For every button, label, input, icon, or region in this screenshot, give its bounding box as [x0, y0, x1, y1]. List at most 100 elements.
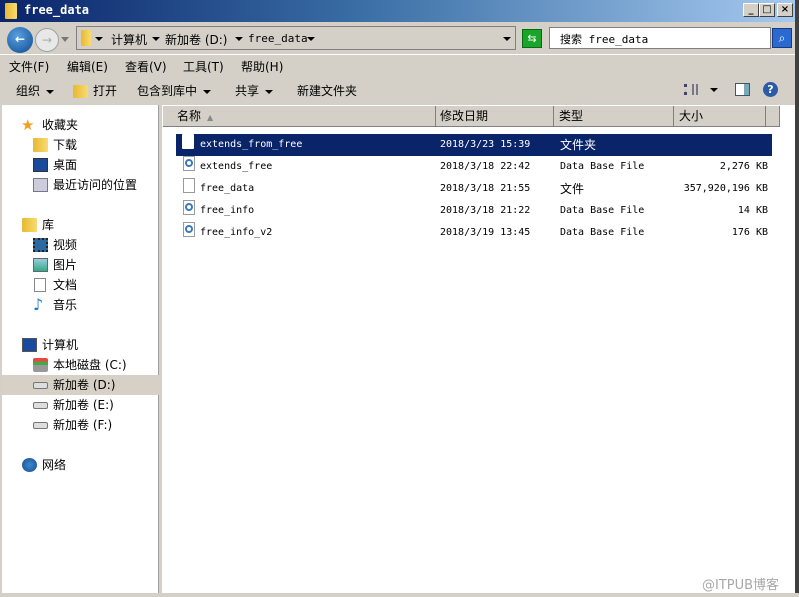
- downloads-icon: [33, 138, 48, 152]
- sidebar-item-drive-f[interactable]: 新加卷 (F:): [2, 415, 159, 435]
- file-row[interactable]: extends_from_free 2018/3/23 15:39 文件夹: [176, 134, 772, 156]
- column-header-date[interactable]: 修改日期: [436, 106, 554, 127]
- folder-icon: [5, 3, 17, 19]
- file-row[interactable]: free_info_v2 2018/3/19 13:45 Data Base Fil…: [176, 222, 772, 244]
- forward-button[interactable]: →: [35, 28, 59, 52]
- recent-places-icon: [33, 178, 48, 192]
- sidebar-item-desktop[interactable]: 桌面: [2, 155, 159, 175]
- database-file-icon: [183, 222, 195, 237]
- network-icon: [22, 458, 37, 472]
- file-row[interactable]: extends_free 2018/3/18 22:42 Data Base Fil…: [176, 156, 772, 178]
- file-type: Data Base File: [560, 227, 645, 238]
- file-date: 2018/3/18 21:22: [440, 205, 531, 216]
- drive-icon: [33, 402, 48, 409]
- file-type: Data Base File: [560, 161, 645, 172]
- address-bar[interactable]: 计算机 新加卷 (D:) free_data: [76, 26, 516, 50]
- open-folder-icon: [73, 85, 88, 98]
- computer-icon: [22, 338, 37, 352]
- file-date: 2018/3/19 13:45: [440, 227, 531, 238]
- preview-pane-icon[interactable]: [735, 83, 750, 96]
- file-type: 文件夹: [560, 138, 597, 152]
- maximize-button[interactable]: □: [759, 3, 775, 17]
- file-row[interactable]: free_info 2018/3/18 21:22 Data Base File 14…: [176, 200, 772, 222]
- help-icon[interactable]: ?: [763, 82, 778, 97]
- file-date: 2018/3/18 21:55: [440, 183, 531, 194]
- back-button[interactable]: ←: [7, 27, 33, 53]
- window-border: [795, 0, 799, 597]
- sidebar-item-documents[interactable]: 文档: [2, 275, 159, 295]
- menu-edit[interactable]: 编辑(E): [67, 58, 108, 75]
- file-size: 14 KB: [737, 205, 768, 216]
- file-icon: [183, 178, 195, 193]
- sidebar-item-pictures[interactable]: 图片: [2, 255, 159, 275]
- file-type: 文件: [560, 182, 585, 196]
- sidebar-favorites[interactable]: ★ 收藏夹: [2, 115, 159, 135]
- column-header-size[interactable]: 大小: [674, 106, 766, 127]
- file-size: 2,276 KB: [719, 161, 768, 172]
- drive-icon: [33, 382, 48, 389]
- database-file-icon: [183, 200, 195, 215]
- refresh-icon[interactable]: ⇆: [522, 29, 542, 48]
- window-border: [0, 593, 799, 597]
- system-drive-icon: [33, 358, 48, 372]
- music-icon: ♪: [33, 295, 44, 314]
- menu-view[interactable]: 查看(V): [125, 58, 167, 75]
- sidebar-item-videos[interactable]: 视频: [2, 235, 159, 255]
- sidebar-item-drive-e[interactable]: 新加卷 (E:): [2, 395, 159, 415]
- file-name: extends_free: [200, 161, 273, 172]
- breadcrumb-drive[interactable]: 新加卷 (D:): [165, 31, 227, 48]
- file-name: extends_from_free: [200, 139, 303, 150]
- sidebar-item-drive-d[interactable]: 新加卷 (D:): [2, 375, 159, 395]
- breadcrumb-computer[interactable]: 计算机: [111, 31, 147, 48]
- file-name: free_data: [200, 183, 255, 194]
- recent-pages-dropdown[interactable]: [61, 37, 69, 42]
- search-input[interactable]: 搜索 free_data: [549, 27, 771, 49]
- folder-icon: [182, 134, 194, 149]
- pictures-icon: [33, 258, 48, 272]
- sidebar-item-drive-c[interactable]: 本地磁盘 (C:): [2, 355, 159, 375]
- search-icon[interactable]: ⌕: [772, 28, 792, 48]
- view-dropdown[interactable]: [710, 88, 718, 92]
- sidebar-computer[interactable]: 计算机: [2, 335, 159, 355]
- desktop-icon: [33, 158, 48, 172]
- sidebar-item-music[interactable]: ♪ 音乐: [2, 295, 159, 315]
- view-options-icon[interactable]: [684, 84, 698, 95]
- title-bar: free_data _ □ ×: [0, 0, 799, 22]
- video-icon: [33, 238, 48, 252]
- minimize-button[interactable]: _: [743, 3, 759, 17]
- menu-file[interactable]: 文件(F): [9, 58, 49, 75]
- file-name: free_info_v2: [200, 227, 273, 238]
- open-button[interactable]: 打开: [73, 82, 117, 99]
- file-size: 357,920,196 KB: [683, 183, 768, 194]
- close-button[interactable]: ×: [777, 3, 793, 17]
- column-header-name[interactable]: 名称 ▲: [163, 106, 436, 127]
- navigation-pane: ★ 收藏夹 下载 桌面 最近访问的位置 库 视频 图片 文档 ♪ 音乐 计算机 本地…: [2, 105, 159, 593]
- sidebar-libraries[interactable]: 库: [2, 215, 159, 235]
- watermark: @ITPUB博客: [702, 578, 780, 593]
- window-title: free_data: [24, 3, 90, 17]
- star-icon: ★: [21, 116, 35, 134]
- new-folder-button[interactable]: 新建文件夹: [297, 82, 357, 99]
- file-date: 2018/3/18 22:42: [440, 161, 531, 172]
- file-row[interactable]: free_data 2018/3/18 21:55 文件 357,920,196 KB: [176, 178, 772, 200]
- menu-tools[interactable]: 工具(T): [183, 58, 224, 75]
- file-type: Data Base File: [560, 205, 645, 216]
- address-dropdown[interactable]: [503, 37, 511, 41]
- file-size: 176 KB: [731, 227, 768, 238]
- include-in-library-button[interactable]: 包含到库中: [137, 82, 212, 99]
- share-button[interactable]: 共享: [235, 82, 274, 99]
- drive-icon: [33, 422, 48, 429]
- sidebar-item-recent[interactable]: 最近访问的位置: [2, 175, 159, 195]
- column-header-type[interactable]: 类型: [554, 106, 674, 127]
- documents-icon: [34, 278, 46, 292]
- organize-button[interactable]: 组织: [16, 82, 55, 99]
- menu-help[interactable]: 帮助(H): [241, 58, 283, 75]
- sidebar-network[interactable]: 网络: [2, 455, 159, 475]
- breadcrumb-folder[interactable]: free_data: [248, 32, 308, 45]
- database-file-icon: [183, 156, 195, 171]
- sidebar-item-downloads[interactable]: 下载: [2, 135, 159, 155]
- file-date: 2018/3/23 15:39: [440, 139, 531, 150]
- library-icon: [22, 218, 37, 232]
- folder-icon: [81, 30, 91, 46]
- file-name: free_info: [200, 205, 255, 216]
